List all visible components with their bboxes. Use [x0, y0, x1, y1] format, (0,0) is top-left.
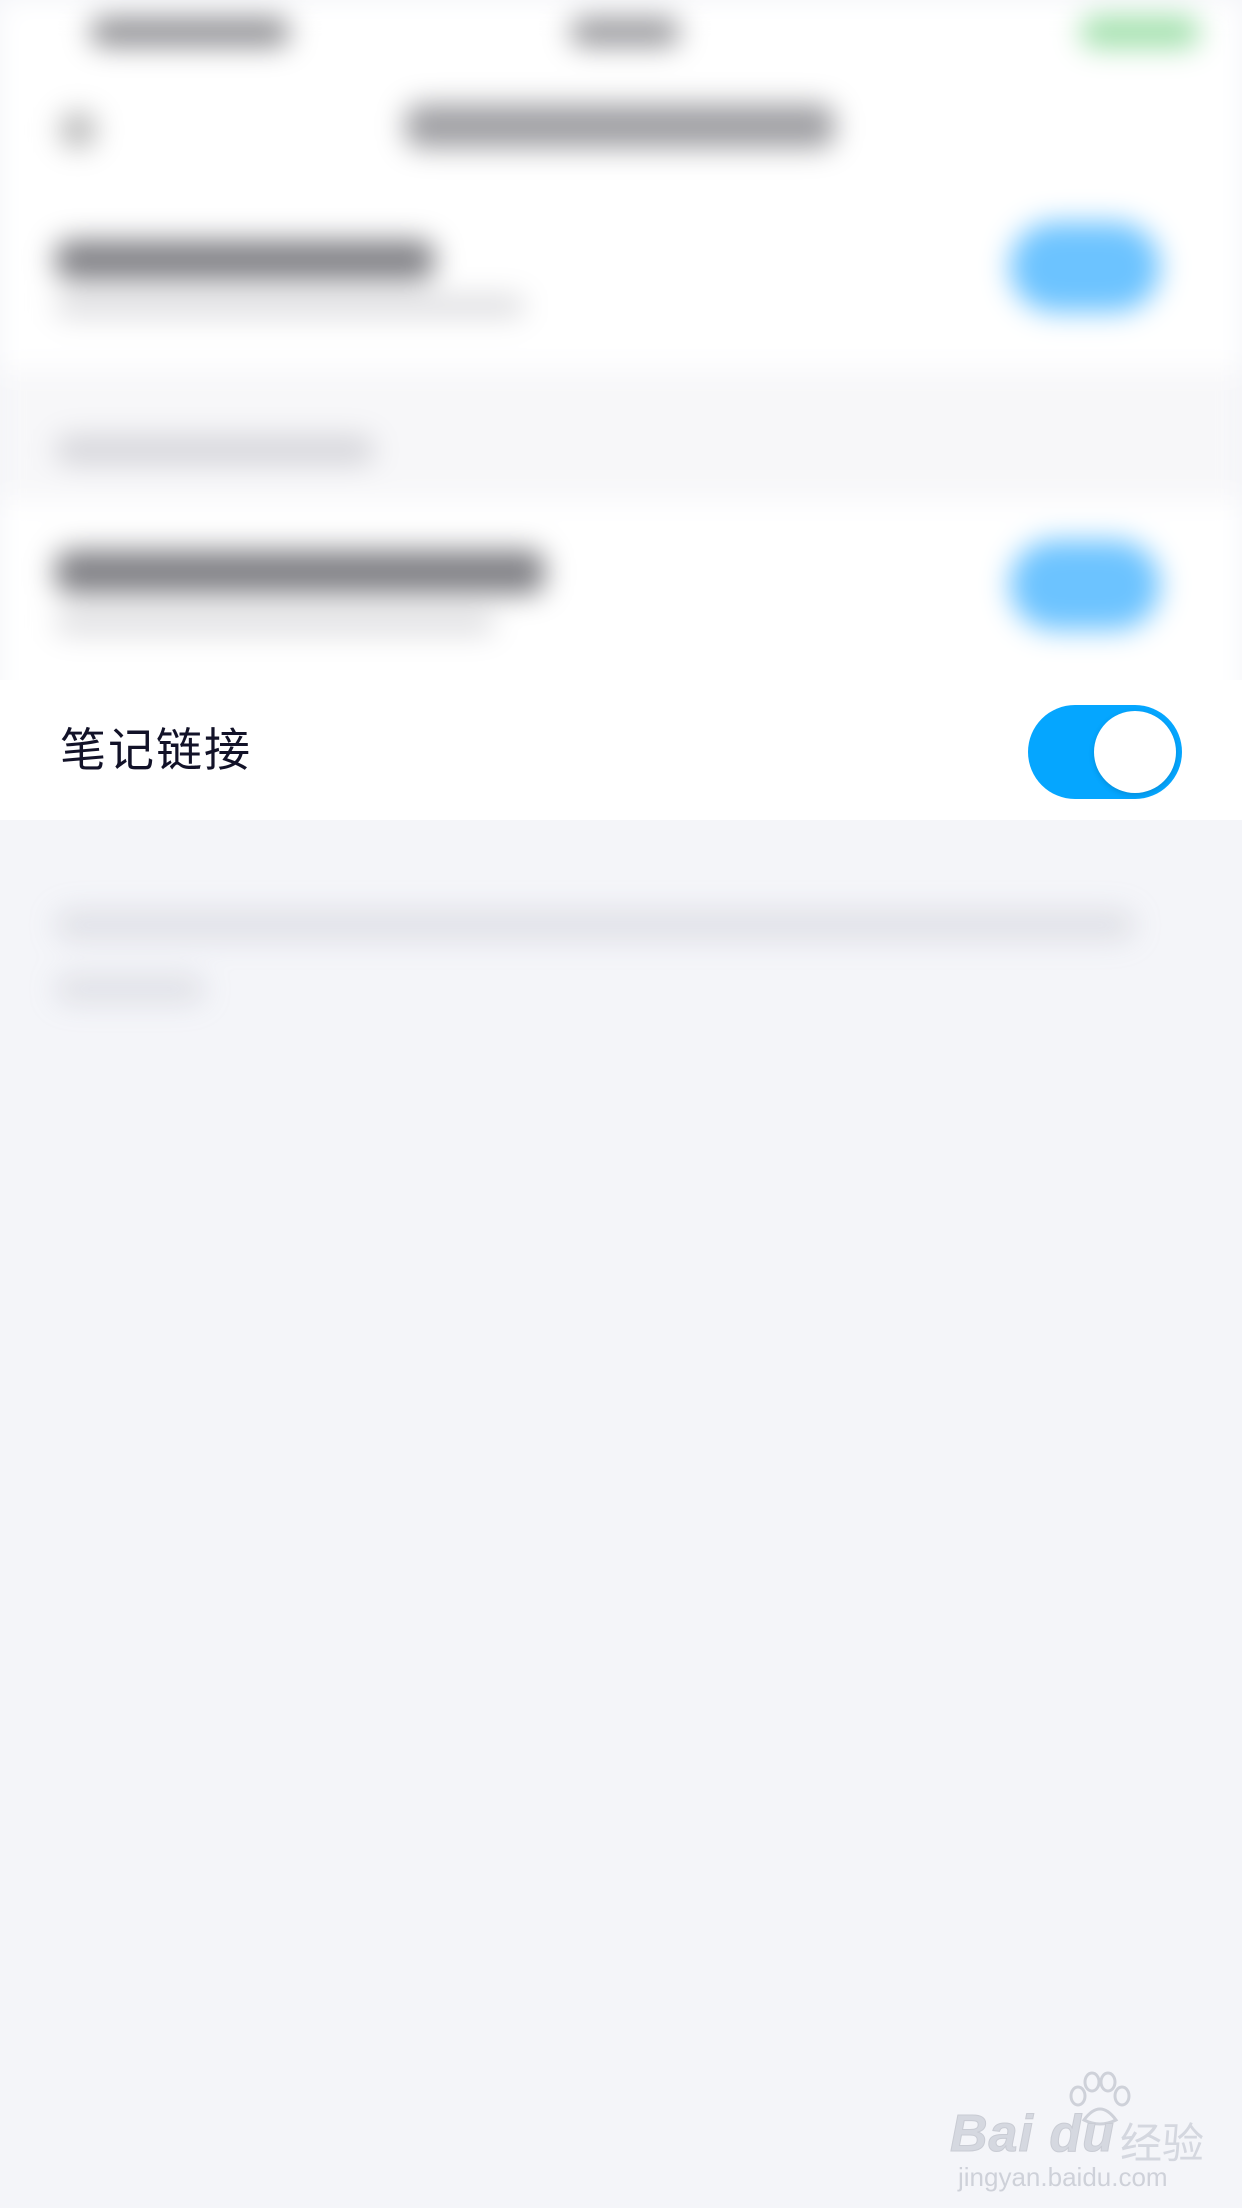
blurred-description-line-1: [55, 910, 1135, 940]
blurred-setting-2-label: [55, 550, 545, 594]
blurred-back-icon: [60, 112, 96, 148]
blurred-background: [0, 0, 1242, 2208]
blurred-description-line-2: [55, 975, 205, 1003]
baidu-jingyan-watermark: Bai du 经验 jingyan.baidu.com: [950, 2070, 1220, 2192]
blurred-section-header: [55, 435, 375, 465]
blurred-setting-2-subtitle: [55, 612, 495, 634]
blurred-status-bar-carrier: [90, 18, 290, 46]
note-link-toggle-switch[interactable]: [1028, 705, 1182, 799]
blurred-setting-2-toggle: [1010, 540, 1160, 630]
blurred-setting-1-subtitle: [55, 295, 525, 317]
blurred-setting-1-toggle: [1010, 222, 1160, 312]
watermark-brand: Bai du: [950, 2105, 1115, 2164]
toggle-knob[interactable]: [1094, 711, 1176, 793]
blurred-setting-1-label: [55, 240, 435, 280]
blurred-status-bar-time: [570, 18, 680, 46]
blurred-page-title: [405, 104, 835, 148]
blurred-battery-icon: [1080, 16, 1200, 48]
note-link-setting-row[interactable]: 笔记链接: [0, 680, 1242, 820]
note-link-label: 笔记链接: [60, 723, 252, 777]
watermark-url: jingyan.baidu.com: [958, 2162, 1168, 2192]
